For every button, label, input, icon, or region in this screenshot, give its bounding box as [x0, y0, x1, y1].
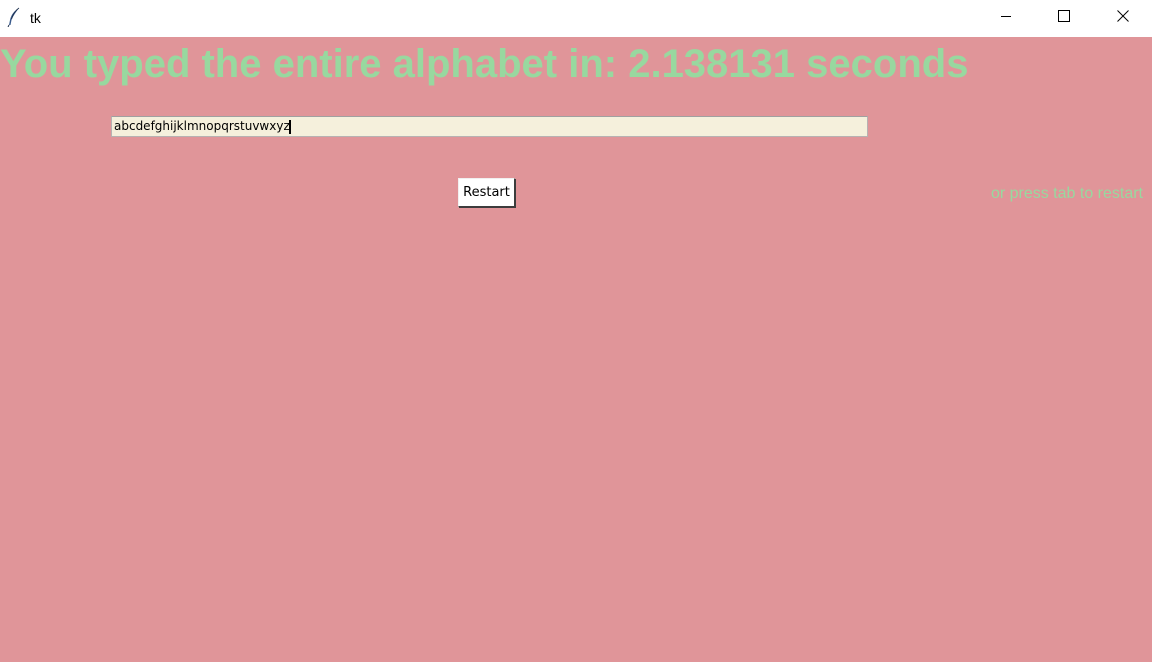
text-caret: [288, 119, 291, 134]
window-title: tk: [30, 10, 41, 26]
title-bar[interactable]: tk: [0, 0, 1152, 36]
result-headline: You typed the entire alphabet in: 2.1381…: [0, 42, 969, 86]
feather-icon: [6, 7, 22, 28]
restart-button[interactable]: Restart: [458, 178, 515, 207]
maximize-button[interactable]: [1035, 0, 1093, 36]
maximize-icon: [1058, 9, 1070, 27]
alphabet-input-value: abcdefghijklmnopqrstuvwxyz: [114, 119, 290, 133]
minimize-button[interactable]: [977, 0, 1035, 36]
main-canvas: You typed the entire alphabet in: 2.1381…: [0, 37, 1152, 662]
close-button[interactable]: [1094, 0, 1152, 36]
app-window: tk You typed the entire alphabet in: 2.1…: [0, 0, 1152, 662]
minimize-icon: [1000, 9, 1012, 27]
restart-hint: or press tab to restart: [990, 185, 1143, 202]
close-icon: [1117, 9, 1129, 27]
alphabet-input[interactable]: abcdefghijklmnopqrstuvwxyz: [111, 116, 868, 137]
